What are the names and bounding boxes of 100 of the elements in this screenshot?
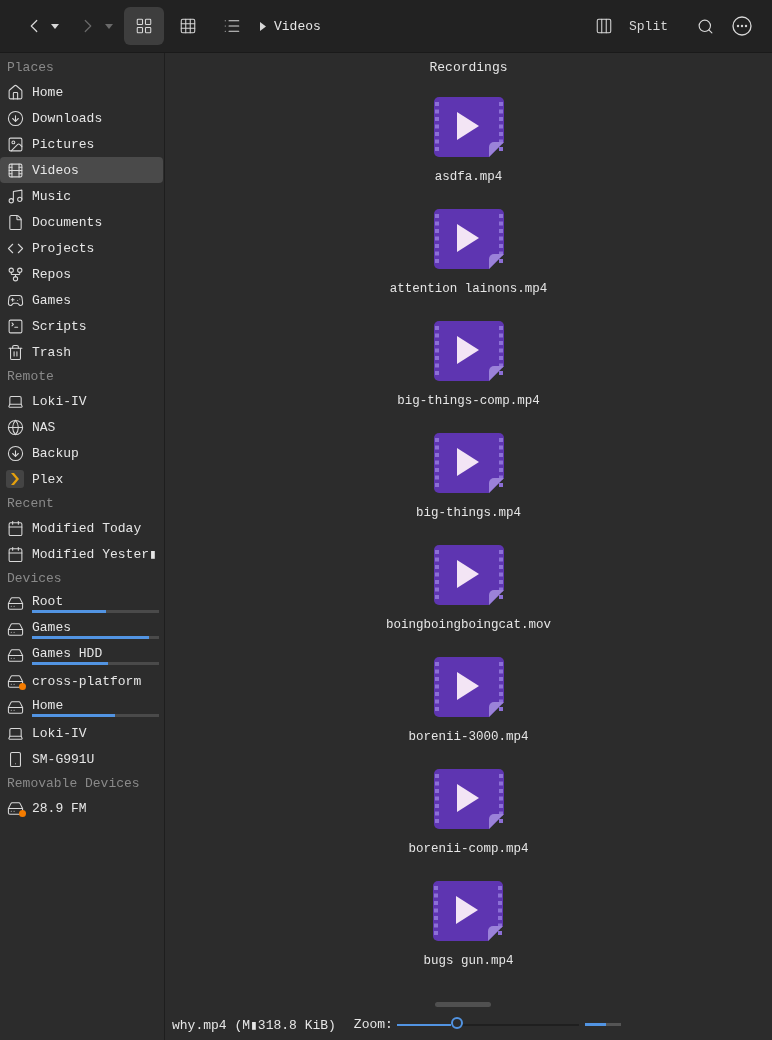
- search-icon: [696, 17, 714, 35]
- trash-icon: [6, 343, 24, 361]
- drive-icon: [6, 620, 24, 638]
- drive-icon: [6, 594, 24, 612]
- home-icon: [6, 83, 24, 101]
- sidebar-label: NAS: [32, 419, 57, 435]
- sidebar-label: cross-platform: [32, 673, 143, 689]
- video-file-icon: [433, 209, 504, 269]
- sidebar-item[interactable]: Scripts: [0, 313, 163, 339]
- group-title: Recordings: [429, 59, 508, 77]
- caret-icon: [51, 23, 59, 29]
- film-icon: [6, 161, 24, 179]
- file-name[interactable]: big-things.mp4: [416, 506, 521, 520]
- sidebar-label: Downloads: [32, 110, 104, 126]
- sidebar-label: Games: [32, 619, 72, 635]
- file-name[interactable]: big-things-comp.mp4: [397, 394, 540, 408]
- picture-icon: [6, 135, 24, 153]
- file-name[interactable]: bugs gun.mp4: [423, 954, 514, 968]
- triangle-icon: [260, 21, 266, 31]
- sidebar-item[interactable]: Plex: [0, 466, 163, 492]
- video-file-icon: [433, 769, 504, 829]
- sidebar-item[interactable]: Games: [0, 616, 163, 642]
- zoom-label: Zoom:: [353, 1017, 393, 1032]
- sidebar-label: Backup: [32, 445, 80, 461]
- file-name[interactable]: asdfa.mp4: [434, 170, 503, 184]
- sidebar-label: Loki-IV: [32, 393, 88, 409]
- sidebar-item[interactable]: Trash: [0, 339, 163, 365]
- section-header: Devices: [6, 570, 63, 588]
- section-header: Removable Devices: [6, 775, 141, 793]
- sidebar-item[interactable]: Repos: [0, 261, 163, 287]
- sidebar-label: Scripts: [32, 318, 88, 334]
- sidebar-label: Documents: [32, 214, 104, 230]
- sidebar-label: Games HDD: [32, 645, 104, 661]
- sidebar-label: SM-G991U: [32, 751, 96, 767]
- sidebar-label: Games: [32, 292, 72, 308]
- drive-with-badge-icon: [6, 672, 24, 690]
- columns-icon: [595, 17, 613, 35]
- sidebar-item[interactable]: Games: [0, 287, 163, 313]
- more-icon: [732, 16, 752, 36]
- sidebar-item[interactable]: Modified Yester▮: [0, 541, 163, 567]
- sidebar-item[interactable]: Home: [0, 79, 163, 105]
- sidebar-label: Modified Yester▮: [32, 546, 158, 562]
- sidebar-label: Modified Today: [32, 520, 143, 536]
- compact-grid-icon: [179, 17, 197, 35]
- video-file-icon: [433, 97, 504, 157]
- sidebar-item[interactable]: Videos: [0, 157, 163, 183]
- sidebar-label: Root: [32, 593, 65, 609]
- sidebar-item[interactable]: Music: [0, 183, 163, 209]
- sidebar-item[interactable]: Downloads: [0, 105, 163, 131]
- sidebar-label: Videos: [32, 162, 80, 178]
- sidebar-item[interactable]: Modified Today: [0, 515, 163, 541]
- file-name[interactable]: boingboingboingcat.mov: [386, 618, 551, 632]
- sidebar-label: Projects: [32, 240, 96, 256]
- sidebar-item[interactable]: SM-G991U: [0, 746, 163, 772]
- sidebar-label: Music: [32, 188, 72, 204]
- sidebar-item[interactable]: Loki-IV: [0, 388, 163, 414]
- split-button[interactable]: Split: [591, 7, 672, 45]
- grid-view-button[interactable]: [124, 7, 164, 45]
- sidebar-label: Home: [32, 697, 65, 713]
- slider-thumb[interactable]: [450, 1016, 463, 1029]
- caret-icon: [105, 23, 113, 29]
- file-name[interactable]: borenii-comp.mp4: [408, 842, 529, 856]
- drive-icon: [6, 646, 24, 664]
- scrollbar[interactable]: [435, 1002, 491, 1007]
- section-header: Recent: [6, 495, 55, 513]
- sidebar-item[interactable]: Documents: [0, 209, 163, 235]
- video-file-icon: [433, 433, 504, 493]
- video-file-icon: [433, 657, 504, 717]
- calendar-icon: [6, 519, 24, 537]
- sidebar-item[interactable]: Projects: [0, 235, 163, 261]
- sidebar-item[interactable]: cross-platform: [0, 668, 163, 694]
- section-header: Places: [6, 59, 55, 77]
- terminal-icon: [6, 317, 24, 335]
- sidebar-label: 28.9 FM: [32, 800, 88, 816]
- sidebar-item[interactable]: Root: [0, 590, 163, 616]
- music-note-icon: [6, 187, 24, 205]
- sidebar-item[interactable]: NAS: [0, 414, 163, 440]
- branch-icon: [6, 265, 24, 283]
- drive-icon: [6, 698, 24, 716]
- sidebar-label: Trash: [32, 344, 72, 360]
- sidebar-item[interactable]: Games HDD: [0, 642, 163, 668]
- zoom-fill[interactable]: [396, 1023, 451, 1026]
- video-file-icon: [433, 881, 504, 941]
- download-icon: [6, 109, 24, 127]
- plex-logo-icon: [6, 470, 24, 488]
- sidebar-item[interactable]: Backup: [0, 440, 163, 466]
- download-icon: [6, 444, 24, 462]
- breadcrumb[interactable]: Videos: [256, 18, 325, 34]
- sidebar-item[interactable]: Pictures: [0, 131, 163, 157]
- sidebar-label: Plex: [32, 471, 65, 487]
- video-file-icon: [433, 545, 504, 605]
- file-name[interactable]: borenii-3000.mp4: [408, 730, 529, 744]
- sidebar-item[interactable]: Loki-IV: [0, 720, 163, 746]
- sidebar-item[interactable]: 28.9 FM: [0, 795, 163, 821]
- file-name[interactable]: attention lainons.mp4: [389, 282, 548, 296]
- sidebar-item[interactable]: Home: [0, 694, 163, 720]
- document-icon: [6, 213, 24, 231]
- video-file-icon: [433, 321, 504, 381]
- sidebar-label: Home: [32, 84, 65, 100]
- sidebar-label: Repos: [32, 266, 72, 282]
